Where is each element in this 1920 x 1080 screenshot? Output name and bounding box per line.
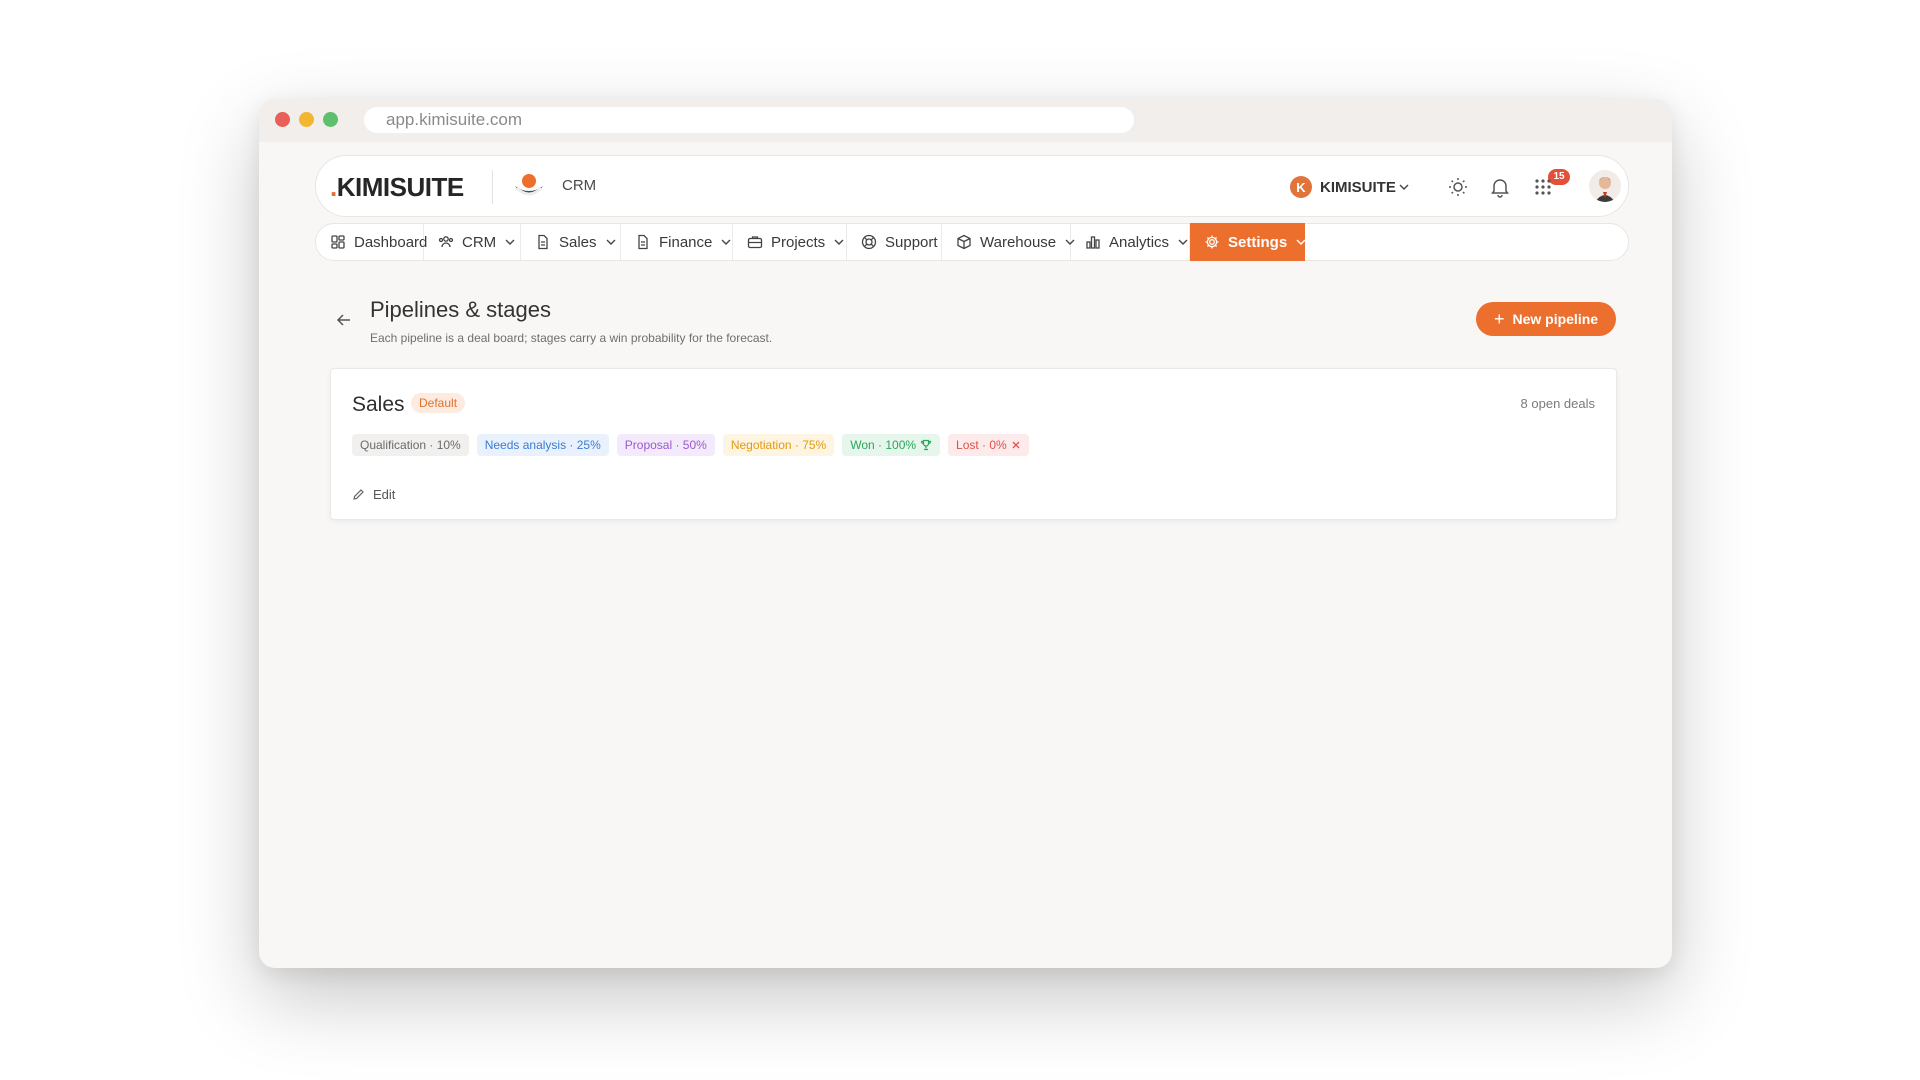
open-deals-count: 8 open deals: [1520, 396, 1595, 411]
app-name: CRM: [562, 177, 597, 194]
app-topbar: .KIMISUITE CRM K KIMISUITE 15: [315, 155, 1629, 217]
page-subtitle: Each pipeline is a deal board; stages ca…: [370, 331, 773, 345]
nav-projects[interactable]: Projects: [733, 224, 847, 260]
chevron-down-icon: [721, 239, 731, 245]
box-icon: [957, 234, 971, 250]
address-bar[interactable]: app.kimisuite.com: [364, 107, 1134, 133]
chevron-down-icon: [505, 239, 515, 245]
users-icon: [438, 236, 454, 248]
nav-label: Support: [885, 233, 938, 251]
nav-settings[interactable]: Settings: [1190, 223, 1306, 261]
nav-label: Finance: [659, 233, 713, 251]
divider: [492, 170, 493, 204]
stage-label: Lost · 0%: [956, 438, 1007, 452]
close-icon: [1012, 441, 1020, 449]
trophy-icon: [920, 439, 932, 451]
stage-label: Proposal · 50%: [624, 438, 707, 452]
nav-label: Settings: [1228, 233, 1288, 251]
crm-app-icon: [515, 174, 543, 196]
default-badge: Default: [411, 393, 466, 413]
back-arrow-icon[interactable]: [335, 311, 353, 329]
nav-analytics[interactable]: Analytics: [1071, 224, 1190, 260]
stage-label: Won · 100%: [850, 438, 917, 452]
new-pipeline-label: New pipeline: [1512, 311, 1599, 327]
nav-label: Sales: [559, 233, 597, 251]
page-title: Pipelines & stages: [370, 297, 551, 322]
chevron-down-icon: [606, 239, 616, 245]
stage-label: Qualification · 10%: [360, 438, 461, 452]
browser-titlebar: app.kimisuite.com: [259, 99, 1672, 142]
bell-icon[interactable]: [1488, 175, 1512, 199]
nav-label: Warehouse: [980, 233, 1057, 251]
nav-label: Dashboard: [354, 233, 428, 251]
user-avatar[interactable]: [1589, 170, 1621, 202]
stage-chip[interactable]: Qualification · 10%: [352, 434, 469, 456]
minimize-window-button[interactable]: [299, 112, 314, 127]
pencil-icon: [353, 489, 364, 500]
chevron-down-icon: [1178, 239, 1188, 245]
stage-label: Needs analysis · 25%: [484, 438, 601, 452]
plus-icon: +: [1493, 308, 1505, 329]
nav-dashboard[interactable]: Dashboard: [316, 224, 428, 260]
main-navigation: Dashboard CRM Sales Finance Projects Sup…: [315, 223, 1629, 261]
kimisuite-logo[interactable]: .KIMISUITE: [330, 172, 464, 203]
stage-chip[interactable]: Negotiation · 75%: [722, 434, 835, 456]
stage-chip[interactable]: Proposal · 50%: [616, 434, 715, 456]
chevron-down-icon: [834, 239, 844, 245]
dashboard-icon: [331, 235, 345, 249]
edit-pipeline-button[interactable]: Edit: [352, 487, 395, 502]
chevron-down-icon: [1296, 239, 1306, 245]
stage-chip[interactable]: Needs analysis · 25%: [476, 434, 609, 456]
chevron-down-icon: [1399, 184, 1409, 190]
gear-icon: [1205, 235, 1219, 249]
new-pipeline-button[interactable]: + New pipeline: [1476, 302, 1616, 336]
document-icon: [638, 234, 648, 250]
nav-crm[interactable]: CRM: [424, 224, 521, 260]
workspace-name: KIMISUITE: [1320, 178, 1396, 196]
maximize-window-button[interactable]: [323, 112, 338, 127]
document-icon: [538, 234, 548, 250]
nav-label: Projects: [771, 233, 826, 251]
briefcase-icon: [747, 236, 763, 249]
nav-label: CRM: [462, 233, 497, 251]
workspace-avatar: K: [1290, 176, 1312, 198]
browser-window: app.kimisuite.com .KIMISUITE CRM K KIMIS…: [259, 99, 1672, 968]
apps-grid-icon[interactable]: [1531, 175, 1555, 199]
stage-label: Negotiation · 75%: [730, 438, 827, 452]
edit-label: Edit: [373, 487, 396, 502]
nav-label: Analytics: [1109, 233, 1170, 251]
nav-support[interactable]: Support: [847, 224, 942, 260]
sun-icon[interactable]: [1446, 175, 1470, 199]
close-window-button[interactable]: [275, 112, 290, 127]
bar-chart-icon: [1086, 236, 1100, 249]
stage-chip[interactable]: Won · 100%: [842, 434, 941, 456]
lifebuoy-icon: [861, 234, 877, 250]
workspace-switcher[interactable]: K KIMISUITE: [1290, 175, 1410, 199]
pipeline-card: Sales Default 8 open deals Qualification…: [330, 368, 1617, 520]
nav-warehouse[interactable]: Warehouse: [942, 224, 1075, 260]
nav-sales[interactable]: Sales: [521, 224, 621, 260]
nav-finance[interactable]: Finance: [621, 224, 733, 260]
user-avatar-image: [1595, 177, 1615, 202]
stage-chip[interactable]: Lost · 0%: [948, 434, 1029, 456]
stage-list: Qualification · 10% Needs analysis · 25%…: [352, 434, 1029, 456]
pipeline-name: Sales: [352, 393, 405, 416]
